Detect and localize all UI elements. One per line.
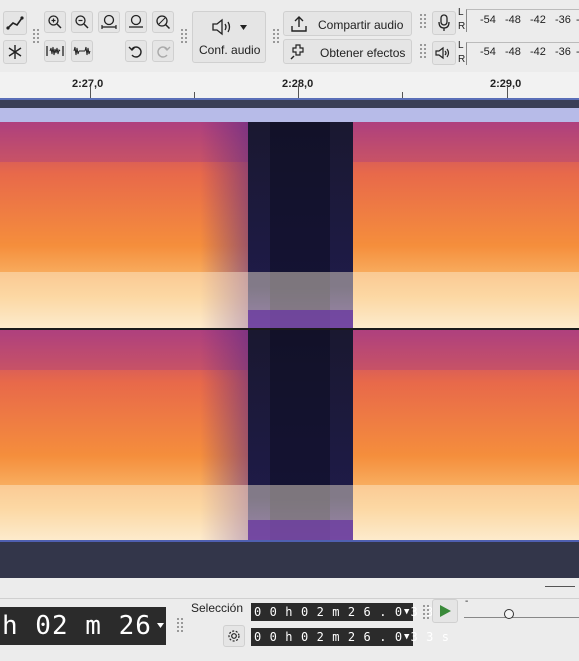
zoom-out-button[interactable] <box>71 11 93 33</box>
separator-line <box>545 586 575 587</box>
zoom-fit-icon <box>129 14 143 28</box>
toolbar-grip[interactable] <box>273 29 279 43</box>
chevron-down-icon: ▼ <box>403 607 410 617</box>
toolbar-grip[interactable] <box>423 605 429 619</box>
meter-tick: -54 <box>480 46 496 58</box>
meter-tick: -48 <box>505 14 521 26</box>
play-icon <box>440 605 451 617</box>
track-header-strip[interactable] <box>0 108 579 122</box>
spectrogram-channel-left[interactable] <box>0 122 579 328</box>
plugin-icon <box>290 44 304 60</box>
record-meter-button[interactable] <box>432 11 456 35</box>
playback-meter[interactable]: L R -54 -48 -42 -36 -2 <box>458 38 579 68</box>
separator-line <box>0 598 579 599</box>
speed-slider-min-label: - <box>465 596 469 607</box>
timeline-label: 2:29,0 <box>490 78 522 90</box>
zoom-selection-icon <box>101 14 117 29</box>
audio-setup-label: Conf. audio <box>199 43 261 57</box>
toolbar: Conf. audio Compartir audio Obtener efec… <box>0 0 579 73</box>
microphone-icon <box>438 14 450 31</box>
multi-tool-button[interactable] <box>3 40 27 64</box>
envelope-tool-button[interactable] <box>3 11 27 35</box>
share-audio-button[interactable]: Compartir audio <box>283 11 412 36</box>
selection-settings-button[interactable] <box>223 625 245 647</box>
zoom-out-icon <box>75 15 89 29</box>
meter-tick: -42 <box>530 14 546 26</box>
meter-tick: -48 <box>505 46 521 58</box>
meter-tick: -36 <box>555 14 571 26</box>
meter-channel-l: L <box>458 40 464 51</box>
selection-end-field[interactable]: 0 0 h 0 2 m 2 6 . 0 3 3 s ▼ <box>251 628 449 646</box>
time-display[interactable]: h 02 m 26 s <box>0 607 166 645</box>
chevron-down-icon[interactable] <box>157 623 164 628</box>
meter-tick: -54 <box>480 14 496 26</box>
timeline-tick <box>507 86 508 98</box>
selection-start-field[interactable]: 0 0 h 0 2 m 2 6 . 0 3 3 s ▼ <box>251 603 449 621</box>
chevron-down-icon: ▼ <box>403 632 410 642</box>
redo-icon <box>157 46 171 58</box>
zoom-in-icon <box>48 15 62 29</box>
silence-audio-button[interactable] <box>71 40 93 62</box>
spectrogram-channel-right[interactable] <box>0 330 579 540</box>
meter-channel-r: R <box>458 54 466 65</box>
meter-tick: -36 <box>555 46 571 58</box>
meter-channel-l: L <box>458 7 464 18</box>
playback-speed-slider-thumb[interactable] <box>504 609 514 619</box>
speaker-icon <box>212 18 231 36</box>
meter-channel-r: R <box>458 21 466 32</box>
gear-icon <box>228 630 240 642</box>
toolbar-grip[interactable] <box>181 29 187 43</box>
get-effects-button[interactable]: Obtener efectos <box>283 39 412 64</box>
toolbar-grip[interactable] <box>33 29 39 43</box>
zoom-toggle-button[interactable] <box>152 11 174 33</box>
zoom-toggle-icon <box>156 15 171 30</box>
record-meter[interactable]: L R -54 -48 -42 -36 -2 <box>458 5 579 35</box>
toolbar-grip[interactable] <box>177 618 183 632</box>
zoom-in-button[interactable] <box>44 11 66 33</box>
upload-icon <box>291 16 307 32</box>
undo-icon <box>128 46 142 58</box>
toolbar-grip[interactable] <box>420 44 426 58</box>
fit-selection-button[interactable] <box>98 11 120 33</box>
timeline-tick <box>298 86 299 98</box>
fit-project-button[interactable] <box>125 11 147 33</box>
selection-end-value: 0 0 h 0 2 m 2 6 . 0 3 3 s <box>254 630 450 644</box>
selection-bar[interactable] <box>0 98 579 108</box>
timeline-ruler[interactable]: 2:27,0 2:28,0 2:29,0 <box>0 72 579 98</box>
chevron-down-icon <box>240 25 247 30</box>
selection-start-value: 0 0 h 0 2 m 2 6 . 0 3 3 s <box>254 605 450 619</box>
share-audio-label: Compartir audio <box>318 18 404 32</box>
redo-button[interactable] <box>152 40 174 62</box>
get-effects-label: Obtener efectos <box>320 46 406 60</box>
meter-tick: -42 <box>530 46 546 58</box>
silence-icon <box>73 46 91 56</box>
timeline-label: 2:27,0 <box>72 78 104 90</box>
trim-icon <box>46 46 64 56</box>
trim-audio-button[interactable] <box>44 40 66 62</box>
audio-setup-button[interactable]: Conf. audio <box>192 11 266 63</box>
playback-meter-button[interactable] <box>432 41 456 65</box>
speaker-icon <box>435 46 450 60</box>
playback-speed-slider[interactable] <box>464 613 579 618</box>
time-display-value: h 02 m 26 s <box>2 611 166 641</box>
track-empty-area[interactable] <box>0 540 579 578</box>
undo-button[interactable] <box>125 40 147 62</box>
toolbar-grip[interactable] <box>420 14 426 28</box>
play-at-speed-button[interactable] <box>432 599 458 623</box>
envelope-tool-icon <box>6 16 24 30</box>
asterisk-icon <box>8 45 22 59</box>
timeline-tick <box>90 86 91 98</box>
selection-label: Selección <box>191 601 244 615</box>
